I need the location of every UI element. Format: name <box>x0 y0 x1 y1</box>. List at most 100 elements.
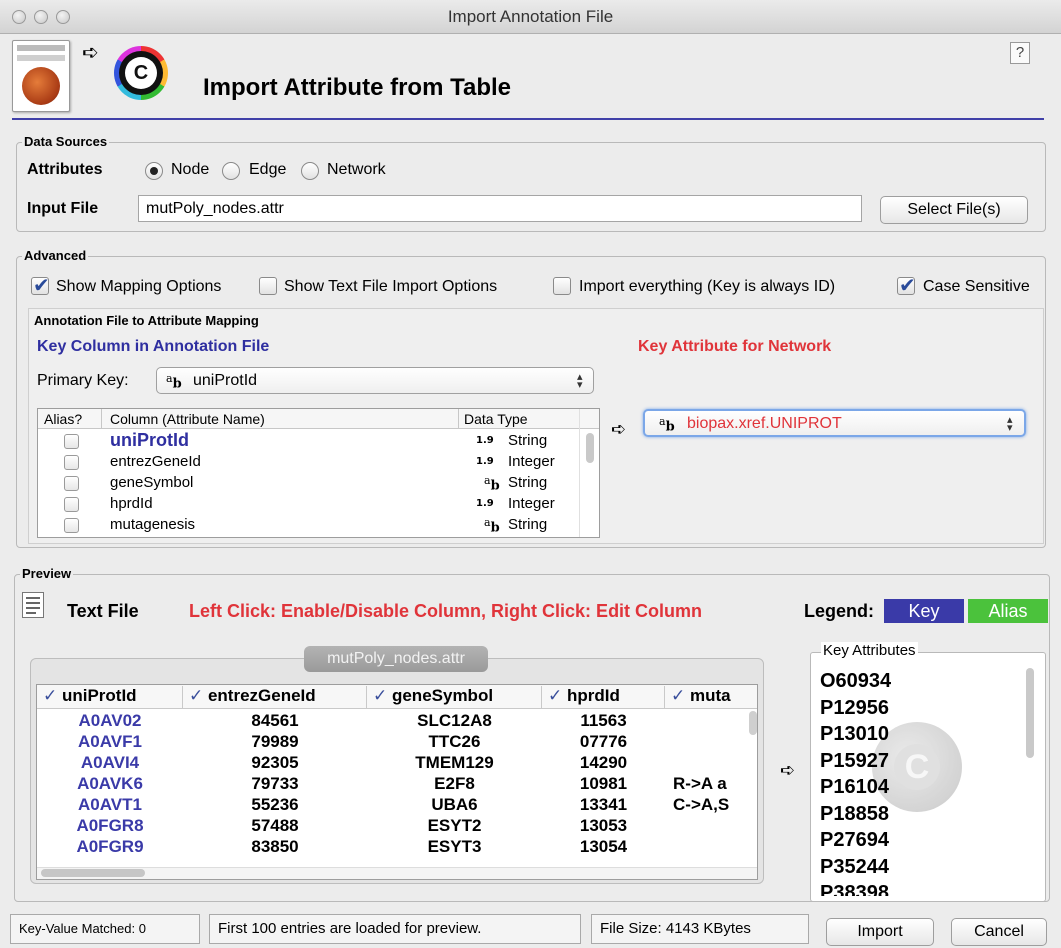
preview-cell: SLC12A8 <box>417 711 492 730</box>
preview-row: A0AVF1 79989 TTC26 07776 <box>37 732 747 753</box>
key-attribute-item: P27694 <box>820 829 889 851</box>
column-name: geneSymbol <box>110 474 194 491</box>
arrow-right-icon: ➪ <box>82 42 99 64</box>
entries-loaded-status: First 100 entries are loaded for preview… <box>209 914 581 944</box>
preview-file-tab[interactable]: mutPoly_nodes.attr <box>304 646 488 672</box>
key-attributes-scrollbar[interactable] <box>1026 668 1034 758</box>
preview-column-header[interactable]: ✓ muta <box>665 686 757 708</box>
data-type: String <box>508 432 548 449</box>
network-radio-label: Network <box>327 161 386 178</box>
show-mapping-options-label: Show Mapping Options <box>56 278 222 295</box>
preview-cell: 84561 <box>251 711 299 730</box>
import-everything-checkbox[interactable] <box>553 277 571 295</box>
mapping-row: hprdId 1.9 Integer <box>38 494 578 515</box>
select-files-button[interactable]: Select File(s) <box>880 196 1028 224</box>
preview-column-header[interactable]: ✓ uniProtId <box>37 686 183 708</box>
preview-cell: E2F8 <box>434 774 475 793</box>
mapping-label: Annotation File to Attribute Mapping <box>34 313 259 328</box>
alias-checkbox[interactable] <box>64 518 79 533</box>
preview-cell: 57488 <box>251 816 299 835</box>
attributes-label: Attributes <box>27 161 103 178</box>
key-attributes-label: Key Attributes <box>821 642 918 659</box>
preview-vertical-scrollbar[interactable] <box>749 711 757 735</box>
data-type-header[interactable]: Data Type <box>464 411 528 427</box>
preview-cell: A0FGR9 <box>76 837 144 856</box>
window-title: Import Annotation File <box>447 7 614 26</box>
alias-checkbox[interactable] <box>64 476 79 491</box>
preview-cell: 55236 <box>251 795 299 814</box>
arrow-right-icon: ➪ <box>611 419 627 439</box>
preview-cell: A0AV02 <box>78 711 142 730</box>
advanced-label: Advanced <box>22 248 89 263</box>
preview-row: A0AVT1 55236 UBA6 13341 C->A,S <box>37 795 747 816</box>
preview-cell: 79989 <box>251 732 299 751</box>
preview-cell: A0AVK6 <box>77 774 143 793</box>
alias-header[interactable]: Alias? <box>44 411 82 427</box>
edge-radio[interactable] <box>222 162 240 180</box>
primary-key-select[interactable]: ab uniProtId ▴ ▾ <box>156 367 594 394</box>
alias-checkbox[interactable] <box>64 434 79 449</box>
key-attribute-item: P35244 <box>820 855 889 878</box>
primary-key-value: uniProtId <box>193 372 258 389</box>
preview-column-header[interactable]: ✓ entrezGeneId <box>183 686 367 708</box>
preview-cell: 83850 <box>251 837 299 856</box>
node-radio-label: Node <box>171 161 210 178</box>
show-text-file-options-checkbox[interactable] <box>259 277 277 295</box>
preview-row: A0FGR8 57488 ESYT2 13053 <box>37 816 747 837</box>
input-file-field[interactable]: mutPoly_nodes.attr <box>138 195 862 222</box>
network-radio[interactable] <box>301 162 319 180</box>
preview-column-header[interactable]: ✓ geneSymbol <box>367 686 542 708</box>
data-type: String <box>508 516 548 533</box>
key-attribute-item: P13010 <box>820 723 889 745</box>
preview-hint: Left Click: Enable/Disable Column, Right… <box>189 601 703 621</box>
mapping-scrollbar[interactable] <box>586 433 594 463</box>
network-key-select[interactable]: ab biopax.xref.UNIPROT ▴ ▾ <box>643 409 1026 437</box>
preview-row: A0AVK6 79733 E2F8 10981 R->A a <box>37 774 747 795</box>
preview-cell: ESYT3 <box>427 837 482 856</box>
preview-cell: 11563 <box>580 711 627 730</box>
preview-row: A0AV02 84561 SLC12A8 11563 <box>37 711 747 732</box>
data-type: Integer <box>508 495 555 512</box>
alias-checkbox[interactable] <box>64 455 79 470</box>
case-sensitive-label: Case Sensitive <box>923 278 1030 295</box>
checkmark-icon: ✓ <box>373 686 392 705</box>
preview-horizontal-scrollbar[interactable] <box>41 869 145 877</box>
show-mapping-options-checkbox[interactable] <box>31 273 50 298</box>
preview-cell: ESYT2 <box>427 816 482 835</box>
data-type: String <box>508 474 548 491</box>
preview-cell: A0AVI4 <box>80 753 140 772</box>
cancel-button[interactable]: Cancel <box>951 918 1047 946</box>
input-file-label: Input File <box>27 200 99 217</box>
key-attribute-item: O60934 <box>820 670 892 692</box>
key-attribute-item: P12956 <box>820 696 889 719</box>
mapping-row: uniProtId 1.9 String <box>38 430 578 452</box>
help-button[interactable]: ? <box>1010 42 1030 64</box>
preview-cell: A0FGR8 <box>76 816 144 835</box>
node-radio[interactable] <box>145 162 163 180</box>
column-name-header[interactable]: Column (Attribute Name) <box>110 411 265 427</box>
key-attribute-item: P16104 <box>820 776 889 798</box>
import-button[interactable]: Import <box>826 918 934 946</box>
string-type-icon: ab <box>484 516 500 536</box>
preview-column-header[interactable]: ✓ hprdId <box>542 686 665 708</box>
preview-cell: C->A,S <box>673 795 730 814</box>
column-name: uniProtId <box>110 430 189 450</box>
text-file-label: Text File <box>67 601 139 621</box>
preview-column-header-label: uniProtId <box>61 686 137 705</box>
preview-cell: 07776 <box>579 732 628 751</box>
case-sensitive-checkbox[interactable] <box>897 273 916 298</box>
updown-icon: ▴ ▾ <box>1007 414 1013 434</box>
alias-checkbox[interactable] <box>64 497 79 512</box>
primary-key-label: Primary Key: <box>37 372 129 389</box>
key-attribute-item: P15927 <box>820 749 889 772</box>
integer-type-icon: 1.9 <box>476 435 494 446</box>
arrow-right-icon: ➪ <box>780 760 796 780</box>
string-type-icon: ab <box>166 372 182 392</box>
import-everything-label: Import everything (Key is always ID) <box>579 278 836 295</box>
data-sources-label: Data Sources <box>22 134 110 149</box>
key-attribute-item: P38398 <box>820 882 889 896</box>
preview-column-header-label: hprdId <box>566 686 620 705</box>
checkmark-icon: ✓ <box>671 686 690 705</box>
legend-label: Legend: <box>804 601 874 621</box>
checkmark-icon: ✓ <box>548 686 567 705</box>
